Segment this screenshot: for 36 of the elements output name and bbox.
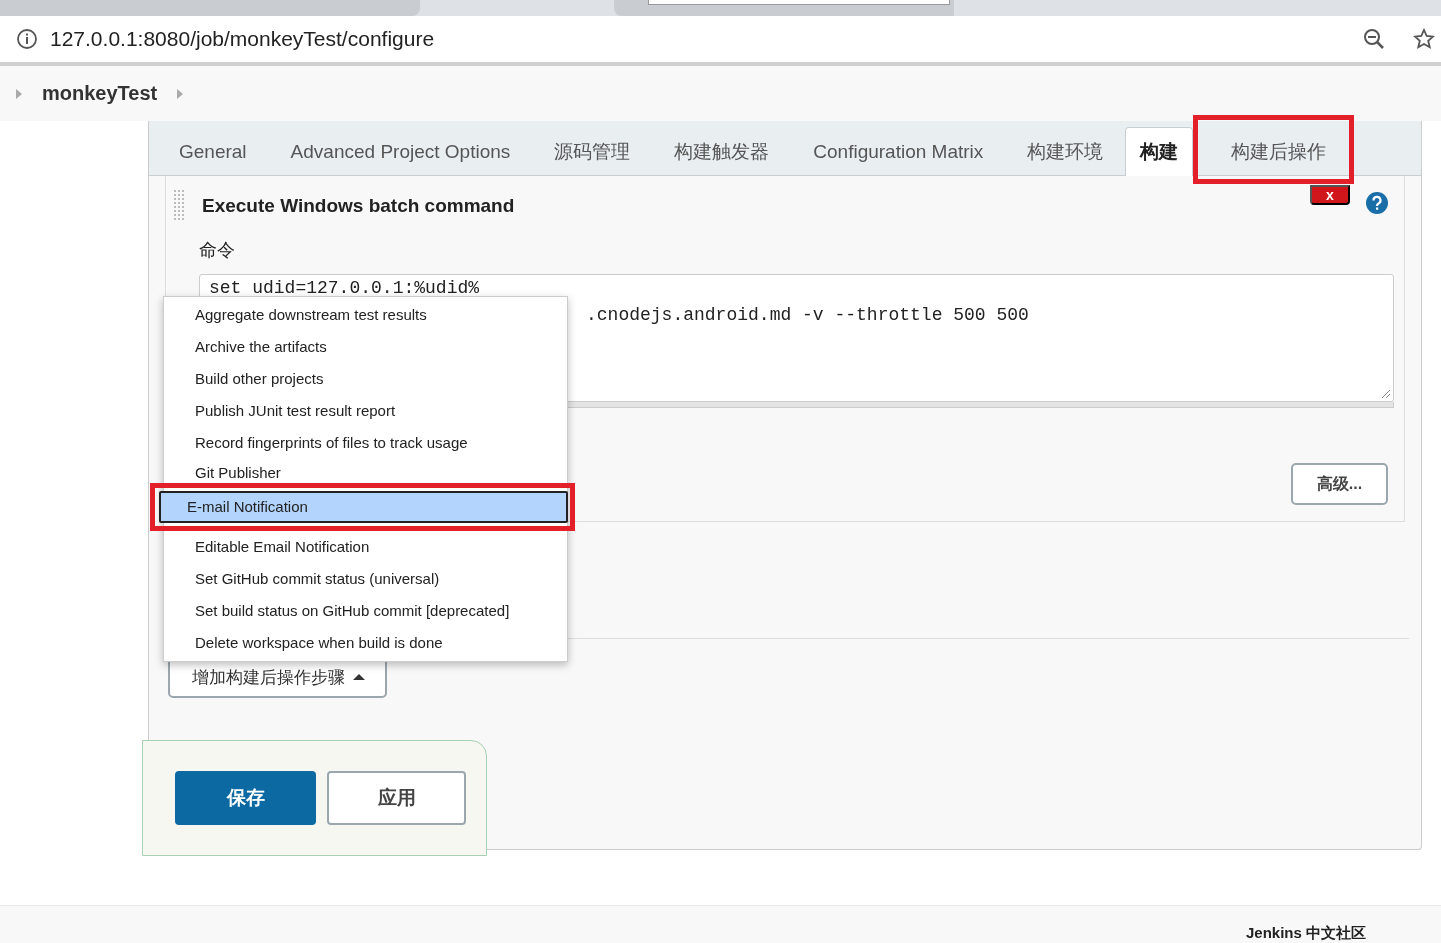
apply-button[interactable]: 应用: [327, 771, 466, 825]
step-title: Execute Windows batch command: [202, 195, 515, 217]
menu-item[interactable]: Set GitHub commit status (universal): [164, 563, 567, 595]
tab[interactable]: Configuration Matrix: [791, 128, 1006, 175]
delete-button[interactable]: x: [1310, 185, 1350, 205]
tab[interactable]: General: [157, 128, 269, 175]
menu-item[interactable]: Record fingerprints of files to track usage: [164, 427, 567, 459]
zoom-icon[interactable]: [1363, 28, 1385, 50]
menu-item[interactable]: E-mail Notification: [159, 491, 568, 523]
menu-item[interactable]: Set build status on GitHub commit [deprecated]: [164, 595, 567, 627]
browser-tab[interactable]: [614, 0, 954, 16]
resize-grip-icon[interactable]: [1380, 388, 1391, 399]
tab[interactable]: Advanced Project Options: [268, 128, 533, 175]
breadcrumb-arrow-icon[interactable]: [177, 88, 184, 99]
menu-item[interactable]: Git Publisher: [164, 459, 567, 483]
save-button[interactable]: 保存: [175, 771, 316, 825]
footer-link[interactable]: Jenkins 中文社区: [1246, 924, 1367, 943]
tab[interactable]: 构建: [1125, 127, 1194, 176]
field-label: 命令: [199, 239, 236, 262]
menu-item[interactable]: Delete workspace when build is done: [164, 627, 567, 659]
help-icon[interactable]: [1366, 192, 1388, 214]
advanced-button[interactable]: 高级...: [1291, 463, 1388, 505]
tab[interactable]: 构建环境: [1005, 128, 1126, 175]
address-field[interactable]: 127.0.0.1:8080/job/monkeyTest/configure: [50, 27, 1351, 51]
drag-handle-icon[interactable]: [174, 190, 186, 222]
code-line: set udid=127.0.0.1:%udid%: [209, 278, 480, 298]
menu-item[interactable]: Editable Email Notification: [164, 531, 567, 563]
tab[interactable]: 源码管理: [532, 128, 653, 175]
star-icon[interactable]: [1413, 28, 1435, 50]
breadcrumb-link[interactable]: monkeyTest: [42, 82, 158, 105]
tab[interactable]: 构建后操作: [1206, 128, 1342, 175]
info-icon: [16, 28, 38, 50]
caret-icon: [353, 673, 365, 681]
code-line: .cnodejs.android.md -v --throttle 500 500: [586, 305, 1029, 325]
breadcrumb-arrow-icon: [16, 88, 22, 99]
tab[interactable]: 构建触发器: [652, 128, 792, 175]
